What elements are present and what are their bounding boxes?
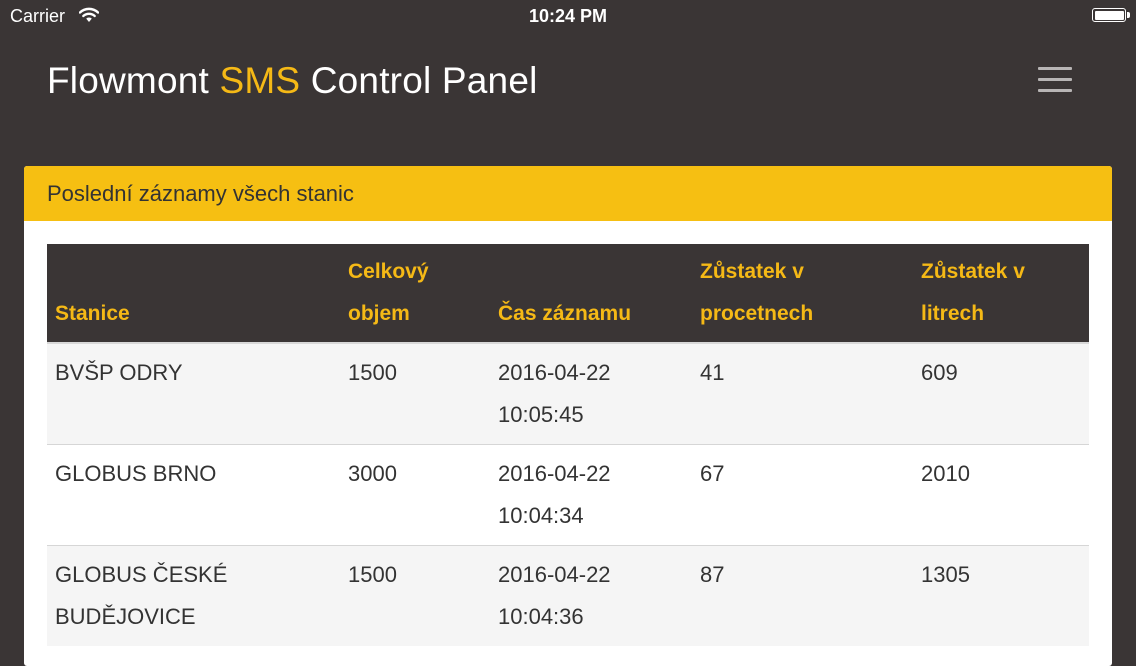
column-header-station: Stanice <box>47 244 340 343</box>
app-title-part2: Control Panel <box>300 60 538 101</box>
app-title-accent: SMS <box>219 60 301 101</box>
panel-heading: Poslední záznamy všech stanic <box>24 166 1112 221</box>
column-header-total-volume: Celkový objem <box>340 244 490 343</box>
app-title: Flowmont SMS Control Panel <box>47 60 538 102</box>
cell-station: GLOBUS ČESKÉ BUDĚJOVICE <box>47 545 340 646</box>
cell-total-volume: 1500 <box>340 545 490 646</box>
records-table: Stanice Celkový objem Čas záznamu Zůstat… <box>47 244 1089 646</box>
app-header: Flowmont SMS Control Panel <box>0 34 1136 144</box>
status-bar: Carrier 10:24 PM <box>0 0 1136 34</box>
hamburger-menu-icon <box>1038 67 1072 70</box>
cell-record-time: 2016-04-22 10:04:34 <box>490 444 692 546</box>
cell-remaining-percent: 87 <box>692 545 913 646</box>
table-header-row: Stanice Celkový objem Čas záznamu Zůstat… <box>47 244 1089 343</box>
column-header-remaining-percent: Zůstatek v procetnech <box>692 244 913 343</box>
cell-record-time: 2016-04-22 10:05:45 <box>490 342 692 445</box>
cell-record-time: 2016-04-22 10:04:36 <box>490 545 692 646</box>
cell-remaining-percent: 41 <box>692 342 913 445</box>
battery-icon <box>1092 8 1130 22</box>
cell-remaining-liters: 609 <box>913 342 1089 445</box>
records-panel: Poslední záznamy všech stanic Stanice Ce… <box>24 166 1112 666</box>
app-title-part1: Flowmont <box>47 60 220 101</box>
table-row: GLOBUS ČESKÉ BUDĚJOVICE 1500 2016-04-22 … <box>47 545 1089 646</box>
table-row: BVŠP ODRY 1500 2016-04-22 10:05:45 41 60… <box>47 342 1089 445</box>
cell-remaining-liters: 1305 <box>913 545 1089 646</box>
table-row: GLOBUS BRNO 3000 2016-04-22 10:04:34 67 … <box>47 444 1089 546</box>
column-header-record-time: Čas záznamu <box>490 244 692 343</box>
cell-total-volume: 1500 <box>340 342 490 445</box>
clock: 10:24 PM <box>528 6 608 26</box>
column-header-remaining-liters: Zůstatek v litrech <box>913 244 1089 343</box>
cell-station: GLOBUS BRNO <box>47 444 340 546</box>
cell-station: BVŠP ODRY <box>47 342 340 445</box>
hamburger-menu-button[interactable] <box>1034 64 1078 98</box>
cell-remaining-liters: 2010 <box>913 444 1089 546</box>
cell-remaining-percent: 67 <box>692 444 913 546</box>
cell-total-volume: 3000 <box>340 444 490 546</box>
